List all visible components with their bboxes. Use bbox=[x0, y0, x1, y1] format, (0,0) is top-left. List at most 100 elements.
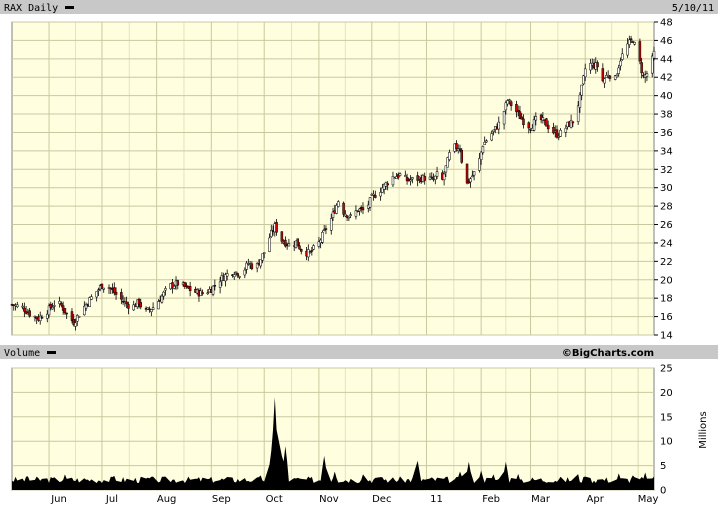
candle-body bbox=[296, 238, 299, 247]
candle-body bbox=[608, 75, 612, 79]
candle-body bbox=[423, 176, 426, 181]
y-tick-label: 16 bbox=[660, 312, 673, 323]
candle-body bbox=[617, 67, 620, 74]
candle-body bbox=[479, 151, 483, 160]
candle-body bbox=[645, 73, 649, 77]
candle-body bbox=[460, 149, 464, 163]
candle-body bbox=[206, 292, 210, 295]
y-tick-label: 48 bbox=[660, 18, 673, 29]
candle-body bbox=[250, 263, 254, 270]
volume-label: Volume bbox=[4, 348, 40, 359]
candle-body bbox=[342, 202, 345, 215]
candle-body bbox=[312, 245, 315, 250]
candle-body bbox=[361, 207, 365, 211]
y-tick-label: 38 bbox=[660, 110, 673, 121]
x-tick-label: Mar bbox=[531, 494, 551, 505]
candle-body bbox=[139, 302, 143, 308]
candle-body bbox=[435, 171, 439, 177]
x-tick-label: Jul bbox=[105, 494, 118, 505]
candle-body bbox=[465, 163, 469, 184]
x-tick-label: Dec bbox=[372, 494, 391, 505]
candle-body bbox=[411, 177, 414, 180]
y-tick-label: 40 bbox=[660, 91, 673, 102]
candle-body bbox=[506, 100, 509, 105]
candle-body bbox=[442, 173, 446, 181]
candle-body bbox=[621, 53, 624, 60]
candle-body bbox=[409, 179, 412, 182]
candle-body bbox=[95, 291, 98, 298]
candle-body bbox=[640, 62, 643, 74]
candle-body bbox=[398, 173, 402, 176]
volume-unit-label: Millions bbox=[698, 411, 709, 448]
candle-body bbox=[633, 41, 636, 45]
candle-body bbox=[151, 307, 155, 310]
x-tick-label: Feb bbox=[482, 494, 500, 505]
candle-body bbox=[60, 303, 63, 306]
candle-body bbox=[527, 122, 531, 129]
candle-body bbox=[349, 214, 352, 216]
candle-body bbox=[261, 253, 264, 261]
candle-body bbox=[508, 99, 511, 101]
y-tick-label: 34 bbox=[660, 146, 673, 157]
x-tick-label: 11 bbox=[430, 494, 443, 505]
y-tick-label: 44 bbox=[660, 54, 673, 65]
candle-body bbox=[571, 121, 575, 124]
candle-body bbox=[90, 296, 93, 300]
candle-body bbox=[483, 141, 486, 145]
candle-body bbox=[626, 43, 629, 56]
candle-body bbox=[472, 171, 476, 176]
watermark: ©BigCharts.com bbox=[562, 348, 654, 359]
candle-body bbox=[596, 62, 599, 68]
y-tick-label: 18 bbox=[660, 294, 673, 305]
candle-body bbox=[120, 292, 123, 300]
candle-body bbox=[650, 55, 654, 74]
volume-legend-swatch bbox=[47, 351, 56, 354]
x-tick-label: Sep bbox=[212, 494, 231, 505]
y-tick-label: 46 bbox=[660, 36, 673, 47]
candle-body bbox=[534, 116, 538, 121]
candle-body bbox=[308, 251, 312, 253]
volume-tick-label: 10 bbox=[660, 437, 673, 448]
candle-body bbox=[546, 124, 550, 130]
candle-body bbox=[638, 41, 642, 62]
y-tick-label: 22 bbox=[660, 257, 673, 268]
candle-body bbox=[502, 111, 506, 125]
candle-body bbox=[16, 304, 19, 308]
candle-body bbox=[321, 232, 324, 243]
x-tick-label: Apr bbox=[587, 494, 605, 505]
volume-tick-label: 25 bbox=[660, 364, 673, 375]
candle-body bbox=[298, 245, 301, 250]
y-tick-label: 14 bbox=[660, 331, 673, 342]
candle-body bbox=[157, 301, 160, 310]
candle-body bbox=[490, 133, 493, 141]
candle-body bbox=[564, 127, 568, 133]
y-tick-label: 32 bbox=[660, 165, 673, 176]
x-tick-label: May bbox=[638, 494, 659, 505]
candle-body bbox=[310, 250, 314, 252]
candle-body bbox=[287, 243, 291, 247]
y-tick-label: 30 bbox=[660, 183, 673, 194]
candle-body bbox=[127, 304, 130, 309]
volume-tick-label: 5 bbox=[660, 461, 666, 472]
candle-body bbox=[347, 216, 351, 219]
candle-body bbox=[51, 307, 54, 310]
candle-body bbox=[65, 312, 68, 315]
candle-body bbox=[386, 183, 389, 186]
x-tick-label: Oct bbox=[266, 494, 283, 505]
volume-tick-label: 15 bbox=[660, 412, 673, 423]
y-tick-label: 36 bbox=[660, 128, 673, 139]
candle-body bbox=[497, 121, 501, 130]
candle-body bbox=[280, 231, 284, 242]
candle-body bbox=[448, 152, 451, 160]
header-band bbox=[0, 0, 718, 14]
candle-body bbox=[404, 175, 407, 177]
candle-body bbox=[619, 60, 622, 67]
candle-body bbox=[583, 68, 587, 78]
candle-body bbox=[176, 280, 180, 286]
candle-body bbox=[329, 218, 333, 231]
candle-body bbox=[522, 118, 525, 126]
candle-body bbox=[262, 252, 266, 254]
candle-body bbox=[455, 143, 458, 149]
candle-body bbox=[307, 249, 310, 258]
y-tick-label: 28 bbox=[660, 202, 673, 213]
